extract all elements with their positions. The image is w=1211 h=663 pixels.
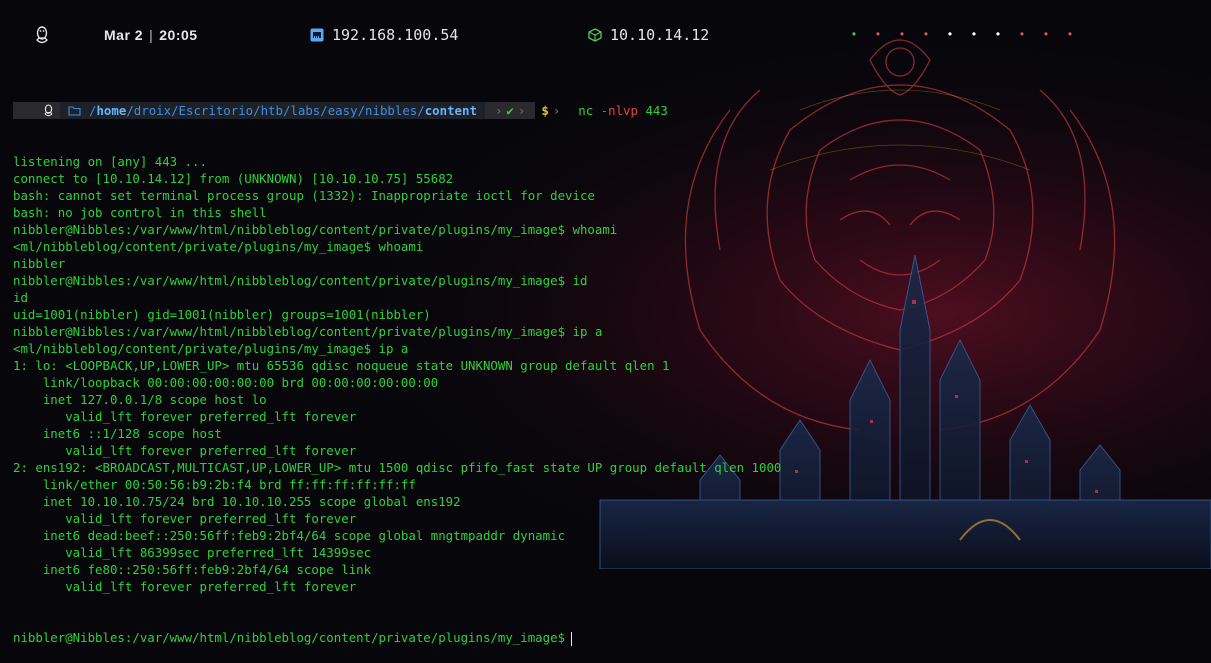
terminal-output-line: nibbler@Nibbles:/var/www/html/nibbleblog… bbox=[13, 222, 618, 237]
command-name: nc bbox=[578, 103, 594, 118]
terminal-output-line: 1: lo: <LOOPBACK,UP,LOWER_UP> mtu 65536 … bbox=[13, 358, 670, 373]
workspace-2[interactable]: • bbox=[866, 27, 890, 41]
workspace-6[interactable]: • bbox=[962, 27, 986, 41]
clock-separator: | bbox=[149, 27, 154, 43]
top-status-bar: Mar 2 | 20:05 192.168.100.54 10.10.14.12… bbox=[0, 0, 1211, 70]
success-check-icon: ✔ bbox=[506, 103, 514, 118]
terminal-window[interactable]: / home/droix/Escritorio/htb/labs/easy/nib… bbox=[13, 68, 1193, 663]
vpn-ip-indicator[interactable]: 10.10.14.12 bbox=[588, 24, 709, 46]
chevron-right-icon: › bbox=[517, 103, 526, 118]
clock: Mar 2 | 20:05 bbox=[104, 24, 198, 46]
terminal-output-line: valid_lft forever preferred_lft forever bbox=[13, 511, 357, 526]
workspace-5[interactable]: • bbox=[938, 27, 962, 41]
prompt-directory-segment: / home/droix/Escritorio/htb/labs/easy/nib… bbox=[60, 102, 485, 119]
folder-icon bbox=[68, 106, 81, 116]
linux-tux-icon bbox=[44, 104, 53, 117]
terminal-output: listening on [any] 443 ... connect to [10… bbox=[13, 153, 1193, 595]
terminal-output-line: <ml/nibbleblog/content/private/plugins/m… bbox=[13, 239, 424, 254]
terminal-output-line: <ml/nibbleblog/content/private/plugins/m… bbox=[13, 341, 409, 356]
workspace-4[interactable]: • bbox=[914, 27, 938, 41]
dir-home: home bbox=[96, 103, 127, 118]
terminal-output-line: valid_lft forever preferred_lft forever bbox=[13, 579, 357, 594]
terminal-output-line: nibbler bbox=[13, 256, 66, 271]
target-ip-indicator[interactable]: 192.168.100.54 bbox=[310, 24, 458, 46]
terminal-output-line: nibbler@Nibbles:/var/www/html/nibbleblog… bbox=[13, 324, 603, 339]
dir-middle: /droix/Escritorio/htb/labs/easy/nibbles/ bbox=[126, 103, 425, 118]
prompt-dollar: $ bbox=[541, 103, 549, 118]
prompt-os-segment bbox=[13, 102, 60, 119]
workspace-7[interactable]: • bbox=[986, 27, 1010, 41]
terminal-output-line: valid_lft forever preferred_lft forever bbox=[13, 409, 357, 424]
command-flags: -nlvp bbox=[600, 103, 638, 118]
clock-date: Mar 2 bbox=[104, 27, 144, 43]
terminal-output-line: valid_lft 86399sec preferred_lft 14399se… bbox=[13, 545, 372, 560]
workspace-10[interactable]: • bbox=[1058, 27, 1082, 41]
terminal-output-line: link/loopback 00:00:00:00:00:00 brd 00:0… bbox=[13, 375, 439, 390]
prompt-status-segment: › ✔ › bbox=[484, 102, 536, 119]
ethernet-icon bbox=[310, 28, 324, 42]
terminal-output-line: id bbox=[13, 290, 28, 305]
terminal-output-line: link/ether 00:50:56:b9:2b:f4 brd ff:ff:f… bbox=[13, 477, 416, 492]
linux-tux-icon[interactable] bbox=[34, 24, 50, 46]
terminal-output-line: inet 10.10.10.75/24 brd 10.10.10.255 sco… bbox=[13, 494, 461, 509]
text-cursor bbox=[571, 631, 573, 646]
terminal-output-line: inet6 ::1/128 scope host bbox=[13, 426, 222, 441]
dir-prefix: / bbox=[89, 103, 97, 118]
workspace-1[interactable]: • bbox=[842, 27, 866, 41]
workspace-indicators: • • • • • • • • • • bbox=[842, 27, 1082, 41]
terminal-output-line: inet6 fe80::250:56ff:feb9:2bf4/64 scope … bbox=[13, 562, 372, 577]
terminal-output-line: listening on [any] 443 ... bbox=[13, 154, 207, 169]
workspace-9[interactable]: • bbox=[1034, 27, 1058, 41]
terminal-output-line: connect to [10.10.14.12] from (UNKNOWN) … bbox=[13, 171, 454, 186]
terminal-output-line: valid_lft forever preferred_lft forever bbox=[13, 443, 357, 458]
terminal-output-line: uid=1001(nibbler) gid=1001(nibbler) grou… bbox=[13, 307, 431, 322]
workspace-8[interactable]: • bbox=[1010, 27, 1034, 41]
target-ip-text: 192.168.100.54 bbox=[332, 26, 459, 44]
final-prompt-line[interactable]: nibbler@Nibbles:/var/www/html/nibbleblog… bbox=[13, 629, 1193, 646]
terminal-output-line: bash: cannot set terminal process group … bbox=[13, 188, 595, 203]
terminal-output-line: inet 127.0.0.1/8 scope host lo bbox=[13, 392, 267, 407]
cube-icon bbox=[588, 28, 602, 42]
chevron-right-icon: › bbox=[552, 103, 561, 118]
prompt-command: nc -nlvp 443 bbox=[578, 102, 668, 119]
final-prompt: nibbler@Nibbles:/var/www/html/nibbleblog… bbox=[13, 630, 566, 645]
terminal-output-line: nibbler@Nibbles:/var/www/html/nibbleblog… bbox=[13, 273, 588, 288]
clock-time: 20:05 bbox=[159, 27, 198, 43]
terminal-output-line: 2: ens192: <BROADCAST,MULTICAST,UP,LOWER… bbox=[13, 460, 782, 475]
zsh-prompt: / home/droix/Escritorio/htb/labs/easy/nib… bbox=[13, 102, 1193, 119]
workspace-3[interactable]: • bbox=[890, 27, 914, 41]
chevron-right-icon: › bbox=[494, 103, 503, 118]
terminal-output-line: inet6 dead:beef::250:56ff:feb9:2bf4/64 s… bbox=[13, 528, 566, 543]
terminal-output-line: bash: no job control in this shell bbox=[13, 205, 267, 220]
command-arg: 443 bbox=[645, 103, 668, 118]
vpn-ip-text: 10.10.14.12 bbox=[610, 26, 710, 44]
dir-current: content bbox=[424, 103, 477, 118]
